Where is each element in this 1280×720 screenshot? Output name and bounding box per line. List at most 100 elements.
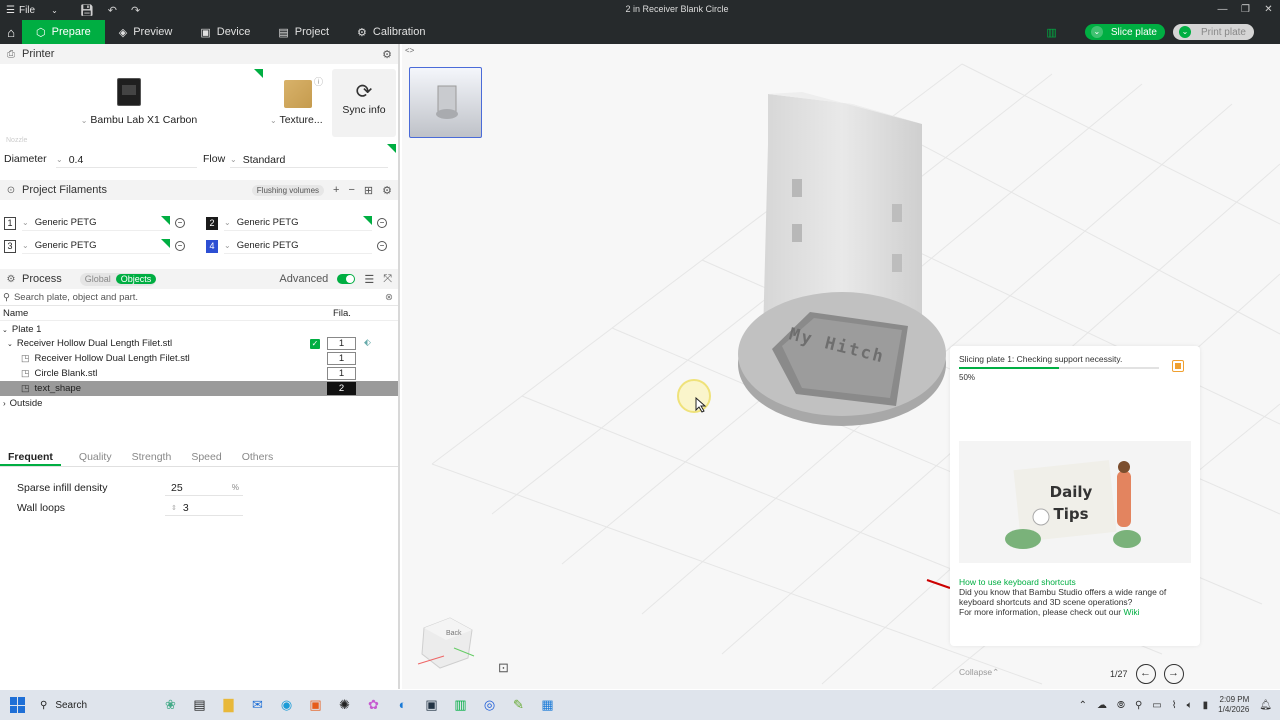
office-icon[interactable]: ▣ [307,697,324,713]
battery-icon[interactable]: ▮ [1203,700,1209,711]
mail-icon[interactable]: ✉ [249,697,266,713]
slice-plate-button[interactable]: ⌄ Slice plate [1084,24,1165,40]
taskbar-search[interactable]: ⚲ Search [40,700,152,711]
wiki-link[interactable]: Wiki [1123,607,1139,617]
tab-strength[interactable]: Strength [124,449,180,466]
collapse-tips-link[interactable]: Collapse⌃ [959,667,999,678]
home-icon[interactable]: ⌂ [0,20,22,44]
file-menu[interactable]: ☰ File ⌄ [6,5,58,16]
app-icon[interactable]: ◎ [481,697,498,713]
volume-icon[interactable]: 🔈︎ [1187,700,1193,711]
tree-row-object[interactable]: ⌄ Receiver Hollow Dual Length Filet.stl … [0,336,398,351]
clock[interactable]: 2:09 PM 1/4/2026 [1218,695,1249,715]
chevron-down-icon[interactable]: ⌄ [1090,26,1103,38]
tab-device[interactable]: ▣ Device [186,20,264,44]
app-icon[interactable]: ◐ [394,697,411,713]
stop-slicing-button[interactable] [1172,360,1184,372]
tab-project[interactable]: ▤ Project [264,20,343,44]
3d-model[interactable] [732,84,962,434]
chevron-down-icon[interactable]: ⌄ [2,326,8,334]
filament-slot-4[interactable]: 4 ⌄ Generic PETG − [206,237,387,255]
edge-icon[interactable]: ◉ [278,697,295,713]
wifi-icon[interactable]: ⌇ [1172,700,1177,711]
chevron-up-icon[interactable]: ⌃ [1079,700,1087,711]
filament-slot-3[interactable]: 3 ⌄ Generic PETG − [4,237,185,255]
add-icon[interactable]: + [333,184,339,196]
flow-select[interactable]: ⌄ Standard [230,152,388,168]
filament-cell[interactable]: 1 [327,337,356,350]
printer-selector[interactable]: ⌄ Bambu Lab X1 Carbon [74,114,204,126]
remove-icon[interactable]: − [348,184,354,196]
previous-tip-button[interactable]: ← [1135,664,1156,684]
wall-loops-input[interactable]: ⇕ 3 [165,501,243,516]
tab-speed[interactable]: Speed [183,449,229,466]
sparse-infill-input[interactable]: 25 % [165,481,243,496]
fit-view-icon[interactable]: ⊡ [498,660,509,676]
tree-row-part-selected[interactable]: ◳ text_shape 2 [0,381,398,396]
chevron-down-icon[interactable]: ⌄ [1178,26,1191,38]
tree-row-part[interactable]: ◳ Circle Blank.stl 1 [0,366,398,381]
printer-image[interactable] [117,78,141,106]
save-icon[interactable]: 💾︎ [80,4,94,17]
printable-checkbox[interactable]: ✓ [310,339,320,349]
monitor-icon[interactable]: ▭ [1152,700,1161,711]
settings-icon[interactable]: ⚙ [382,48,392,61]
terminal-icon[interactable]: ▣ [423,697,440,713]
chevron-down-icon[interactable]: ⌄ [7,340,13,348]
search-input[interactable]: Search plate, object and part. [14,292,138,303]
remove-filament-icon[interactable]: − [175,241,185,251]
tab-others[interactable]: Others [234,449,282,466]
filament-select[interactable]: ⌄ Generic PETG [224,239,372,254]
list-icon[interactable]: ☰ [364,273,374,286]
settings-icon[interactable]: ⚙ [382,184,392,197]
clear-search-icon[interactable]: ⊗ [385,292,393,303]
stepper-icon[interactable]: ⇕ [171,504,177,512]
tab-calibration[interactable]: ⚙ Calibration [343,20,439,44]
redo-icon[interactable]: ↷ [131,4,140,17]
object-search-bar[interactable]: ⚲ Search plate, object and part. ⊗ [0,290,398,306]
build-plate-image[interactable] [284,80,312,108]
taskview-icon[interactable]: ▤ [191,697,208,713]
notifications-icon[interactable]: 🔔︎ [1259,700,1272,711]
info-icon[interactable]: ⓘ [314,75,323,88]
folder-icon[interactable]: ▇ [220,697,237,713]
location-icon[interactable]: ⚲ [1135,700,1142,711]
restore-icon[interactable]: ❐ [1234,0,1257,20]
view-cube[interactable]: Back [414,612,476,677]
remove-filament-icon[interactable]: − [377,218,387,228]
tab-preview[interactable]: ◈ Preview [105,20,187,44]
remove-filament-icon[interactable]: − [377,241,387,251]
close-icon[interactable]: ✕ [1257,0,1280,20]
filament-cell[interactable]: 1 [327,367,356,380]
cloud-icon[interactable]: ☁ [1097,700,1107,711]
widgets-icon[interactable]: ❀ [162,697,179,713]
advanced-toggle[interactable] [337,274,356,284]
undo-icon[interactable]: ↶ [108,4,117,17]
next-tip-button[interactable]: → [1163,664,1184,684]
paint-icon[interactable]: ⬖ [364,337,371,348]
flushing-volumes-button[interactable]: Flushing volumes [251,184,325,196]
photos-icon[interactable]: ✿ [365,697,382,713]
tab-frequent[interactable]: Frequent [0,449,61,466]
tab-prepare[interactable]: ⬡ Prepare [22,20,105,44]
objects-option[interactable]: Objects [115,274,157,284]
compare-icon[interactable]: ⤧ [383,273,392,286]
tree-row-part[interactable]: ◳ Receiver Hollow Dual Length Filet.stl … [0,351,398,366]
global-option[interactable]: Global [80,274,116,284]
remove-filament-icon[interactable]: − [175,218,185,228]
collapse-plates-icon[interactable]: <> [405,46,414,55]
diameter-select[interactable]: ⌄ 0.4 [56,152,197,168]
chevron-right-icon[interactable]: › [3,399,6,408]
tree-row-outside[interactable]: › Outside [0,396,398,411]
sync-ams-icon[interactable]: ⊞ [364,184,373,197]
filament-slot-2[interactable]: 2 ⌄ Generic PETG − [206,214,387,232]
filament-select[interactable]: ⌄ Generic PETG [22,215,170,231]
notes-icon[interactable]: ▦ [539,697,556,713]
filament-cell[interactable]: 2 [327,382,356,395]
filament-slot-1[interactable]: 1 ⌄ Generic PETG − [4,214,185,232]
sync-info-button[interactable]: ⟳ Sync info [332,69,396,137]
tree-row-plate[interactable]: ⌄ Plate 1 [0,322,398,337]
tab-quality[interactable]: Quality [71,449,120,466]
print-plate-button[interactable]: ⌄ Print plate [1172,24,1254,40]
filament-select[interactable]: ⌄ Generic PETG [22,238,170,254]
